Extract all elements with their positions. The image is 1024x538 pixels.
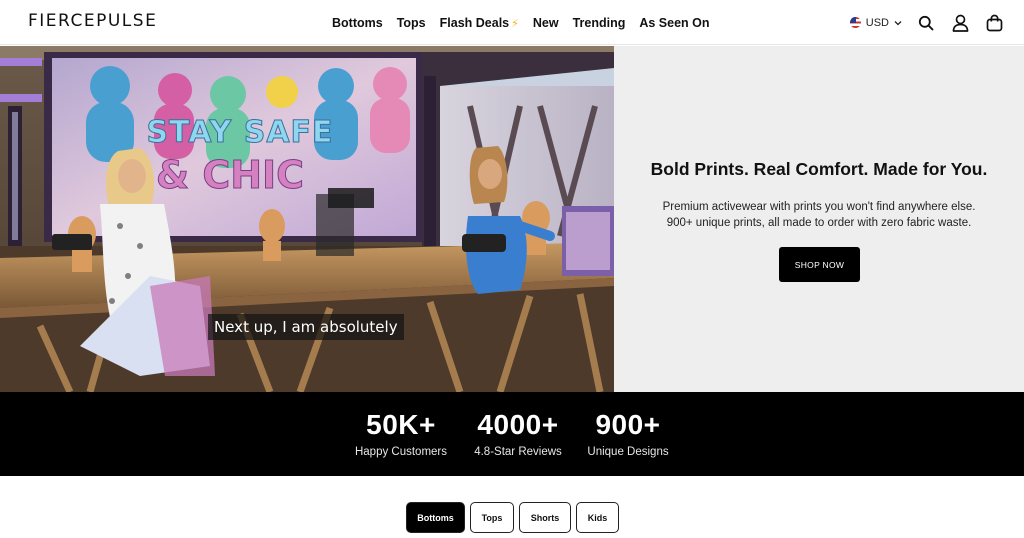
stat-designs: 900+ Unique Designs [578, 409, 678, 458]
stat-value: 4000+ [477, 409, 559, 440]
nav-item-bottoms[interactable]: Bottoms [332, 16, 383, 30]
hero-copy-panel: Bold Prints. Real Comfort. Made for You.… [614, 46, 1024, 392]
stat-customers: 50K+ Happy Customers [343, 409, 459, 458]
hero-video[interactable]: STAY SAFE & CHIC Next up, I am absolutel… [0, 46, 614, 392]
nav-item-new[interactable]: New [533, 16, 559, 30]
hero-subtitle-line: 900+ unique prints, all made to order wi… [666, 217, 972, 229]
screen-text-line2: & CHIC [156, 153, 304, 197]
tab-tops[interactable]: Tops [470, 502, 514, 533]
tab-shorts[interactable]: Shorts [519, 502, 571, 533]
stat-value: 900+ [595, 409, 661, 440]
stats-band: 50K+ Happy Customers 4000+ 4.8-Star Revi… [0, 392, 1024, 476]
site-header: FIERCEPULSE Bottoms Tops Flash Deals ⚡ Ne… [0, 0, 1024, 45]
nav-item-tops[interactable]: Tops [397, 16, 426, 30]
account-icon[interactable] [950, 13, 970, 33]
stat-label: 4.8-Star Reviews [474, 446, 562, 458]
lightning-bolt-icon: ⚡ [511, 17, 519, 30]
header-utilities: USD [849, 0, 1004, 45]
stat-label: Happy Customers [354, 446, 448, 458]
hero-title: Bold Prints. Real Comfort. Made for You. [650, 159, 988, 179]
category-tabs: Bottoms Tops Shorts Kids [0, 502, 1024, 534]
cart-icon[interactable] [984, 13, 1004, 33]
stat-value: 50K+ [366, 409, 436, 440]
us-flag-icon [849, 17, 861, 28]
currency-label: USD [865, 16, 889, 29]
tab-kids[interactable]: Kids [576, 502, 619, 533]
shop-now-button[interactable]: SHOP NOW [779, 247, 860, 282]
main-nav: Bottoms Tops Flash Deals ⚡ New Trending A… [332, 0, 710, 45]
tab-bottoms[interactable]: Bottoms [406, 502, 465, 533]
video-caption: Next up, I am absolutely [208, 314, 404, 340]
tv-studio-scene: STAY SAFE & CHIC [0, 46, 614, 392]
search-icon[interactable] [916, 13, 936, 33]
stat-reviews: 4000+ 4.8-Star Reviews [463, 409, 573, 458]
currency-selector[interactable]: USD [849, 16, 902, 29]
nav-item-flash-deals[interactable]: Flash Deals ⚡ [440, 16, 519, 30]
brand-logo[interactable]: FIERCEPULSE [28, 11, 157, 31]
nav-item-trending[interactable]: Trending [573, 16, 626, 30]
hero-subtitle: Premium activewear with prints you won't… [614, 199, 1024, 231]
hero-subtitle-line: Premium activewear with prints you won't… [662, 201, 976, 213]
chevron-down-icon [894, 20, 902, 25]
nav-item-as-seen-on[interactable]: As Seen On [639, 16, 709, 30]
screen-text-line1: STAY SAFE [146, 115, 333, 150]
nav-item-label: Flash Deals [439, 15, 510, 30]
stat-label: Unique Designs [587, 446, 669, 458]
